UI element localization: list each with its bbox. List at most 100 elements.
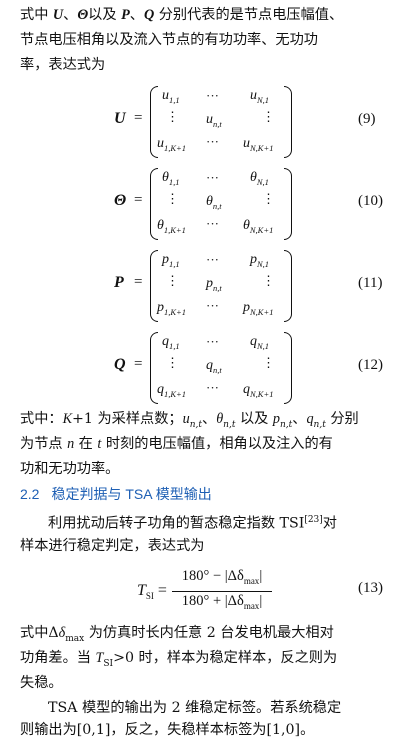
- para1-line2: 节点电压相角以及流入节点的有功功率、无功功: [20, 32, 318, 48]
- subscript: N,1: [257, 258, 270, 269]
- section-title: 稳定判据与 TSA 模型输出: [51, 486, 212, 502]
- text: 利用扰动后转子功角的暂态稳定指数 TSI: [48, 515, 305, 532]
- matrix-entry: θ1,K+1: [157, 218, 186, 235]
- subscript: max: [65, 633, 85, 644]
- equals-sign: =: [134, 274, 143, 290]
- tsi-lhs: TSI =: [137, 582, 167, 601]
- subscript: n,t: [213, 364, 222, 375]
- text: 、: [201, 411, 217, 427]
- text: |: [259, 568, 263, 584]
- subscript: N,1: [257, 94, 270, 105]
- subscript: n,t: [213, 282, 222, 293]
- vdots: ⋮: [262, 191, 275, 206]
- text: 以及: [235, 411, 273, 427]
- para4-line1: 式中Δδmax 为仿真时长内任意 2 台发电机最大相对: [20, 622, 392, 650]
- para4-line3: 失稳。: [20, 675, 63, 691]
- para2-line3: 功和无功功率。: [20, 461, 120, 477]
- subscript: 1,1: [169, 340, 180, 351]
- matrix-entry: θ1,1: [162, 170, 180, 187]
- text: >0 时，样本为稳定样本，反之则为: [113, 650, 338, 666]
- subscript: 1,1: [169, 258, 180, 269]
- subscript: 1,1: [168, 176, 180, 187]
- subscript: 1,K+1: [164, 306, 187, 317]
- para2-line2: 为节点 n 在 t 时刻的电压幅值，相角以及注入的有: [20, 433, 392, 455]
- right-bracket: [284, 332, 292, 404]
- symbol-q: q: [306, 411, 314, 427]
- matrix-entry: θN,K+1: [243, 218, 274, 235]
- text: 式中: [20, 7, 53, 23]
- text: 、: [63, 7, 78, 23]
- subscript: n,t: [223, 419, 236, 430]
- equation-number: (9): [358, 111, 376, 127]
- matrix-entry: θn,t: [206, 194, 222, 211]
- matrix-equation: U = u1,1 ··· uN,1 ⋮ un,t ⋮ u1,K+1 ··· uN,K+1 (9): [0, 84, 405, 158]
- symbol-p: p: [272, 411, 280, 427]
- subscript: SI: [145, 591, 154, 602]
- symbol-theta: Θ: [77, 7, 89, 23]
- text: 时刻的电压幅值，相角以及注入的有: [101, 436, 333, 452]
- para2-line1: 式中：K+1 为采样点数；un,t、θn,t 以及 pn,t、qn,t 分别: [20, 408, 392, 436]
- subscript: N,K+1: [250, 306, 274, 317]
- equation-number: (13): [358, 580, 383, 596]
- text: |: [259, 593, 263, 609]
- matrix-entry: q1,1: [162, 334, 180, 351]
- subscript: 1,K+1: [163, 224, 186, 235]
- vdots: ⋮: [262, 355, 275, 370]
- subscript: 1,K+1: [164, 388, 187, 399]
- subscript: SI: [103, 658, 114, 669]
- symbol-K: K: [62, 411, 73, 427]
- equals-sign: =: [134, 110, 143, 126]
- text: 以及: [88, 7, 122, 23]
- text: 对: [322, 515, 337, 532]
- vdots: ⋮: [262, 109, 275, 124]
- matrix-entry: q1,K+1: [157, 382, 187, 399]
- right-bracket: [284, 250, 292, 322]
- subscript: N,K+1: [250, 142, 274, 153]
- matrix-entry: qN,K+1: [243, 382, 274, 399]
- symbol-u: u: [182, 411, 190, 427]
- hdots: ···: [206, 88, 219, 103]
- para3-line2: 样本进行稳定判定，表达式为: [20, 538, 205, 554]
- hdots: ···: [206, 298, 219, 313]
- text: 180° + |Δδ: [181, 593, 244, 609]
- subscript: N,K+1: [250, 388, 274, 399]
- text: 、: [129, 7, 144, 23]
- subscript: 1,1: [169, 94, 180, 105]
- matrix-entry: qN,1: [250, 334, 270, 351]
- symbol-Q: Q: [143, 7, 155, 23]
- vdots: ⋮: [166, 109, 179, 124]
- matrix-entry: pN,1: [250, 252, 270, 269]
- subscript: n,t: [213, 118, 222, 129]
- symbol-T: T: [137, 582, 146, 599]
- matrix-entry: pN,K+1: [243, 300, 274, 317]
- text: 180° − |Δδ: [181, 568, 244, 584]
- para4-line2: 功角差。当 TSI>0 时，样本为稳定样本，反之则为: [20, 647, 392, 675]
- matrix-entry: uN,1: [250, 88, 270, 105]
- matrix-entry: p1,1: [162, 252, 180, 269]
- tsi-denominator: 180° + |Δδmax|: [172, 593, 272, 611]
- matrix-entry: θN,1: [250, 170, 269, 187]
- para5-line2: 则输出为[0,1]，反之，失稳样本标签为[1,0]。: [20, 722, 315, 738]
- text: 式中Δ: [20, 625, 59, 641]
- subscript: max: [243, 575, 260, 586]
- vdots: ⋮: [166, 191, 179, 206]
- matrix-entry: qn,t: [206, 358, 222, 375]
- matrix-entry: p1,K+1: [157, 300, 187, 317]
- text: 为仿真时长内任意 2 台发电机最大相对: [84, 625, 334, 641]
- subscript: n,t: [189, 419, 202, 430]
- vdots: ⋮: [166, 355, 179, 370]
- subscript: n,t: [313, 419, 326, 430]
- text: 、: [292, 411, 307, 427]
- equals-sign: =: [134, 356, 143, 372]
- hdots: ···: [206, 334, 219, 349]
- matrix-entry: un,t: [206, 112, 222, 129]
- matrix-symbol: U: [114, 110, 126, 127]
- section-heading: 2.2 稳定判据与 TSA 模型输出: [20, 483, 392, 505]
- matrix-symbol: Θ: [114, 192, 127, 209]
- text: 分别代表的是节点电压幅值、: [154, 7, 344, 23]
- symbol-U: U: [52, 7, 64, 23]
- equals-sign: =: [134, 192, 143, 208]
- equation-number: (12): [358, 357, 383, 373]
- text: 在: [74, 436, 98, 452]
- tsi-equation: TSI = 180° − |Δδmax| 180° + |Δδmax| (13): [0, 568, 405, 616]
